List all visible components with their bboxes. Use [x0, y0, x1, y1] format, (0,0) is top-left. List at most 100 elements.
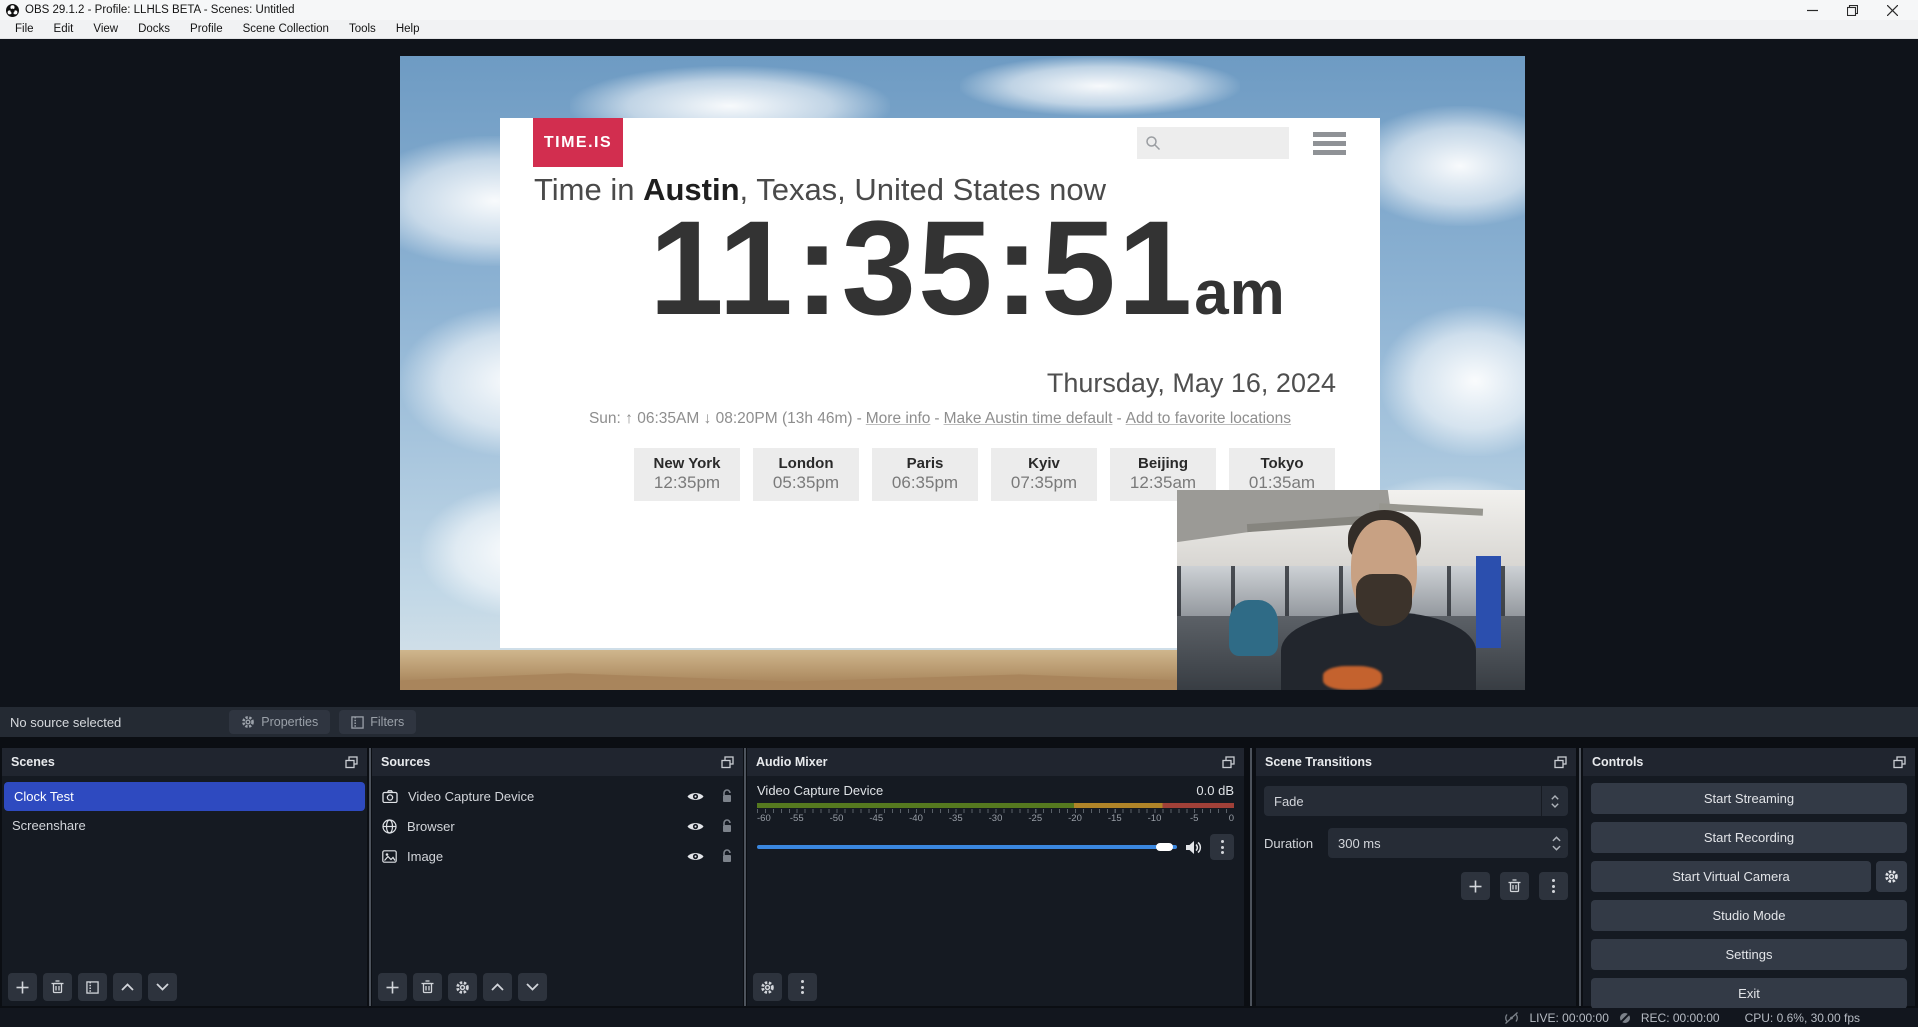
close-button[interactable]	[1872, 0, 1912, 20]
dock-splitter[interactable]	[1579, 748, 1581, 1006]
cpu-fps-stats: CPU: 0.6%, 30.00 fps	[1745, 1011, 1860, 1025]
remove-source-button[interactable]	[413, 973, 442, 1001]
remove-transition-button[interactable]	[1500, 872, 1529, 900]
webcam-banner	[1476, 556, 1500, 648]
source-properties-button[interactable]	[448, 973, 477, 1001]
remove-scene-button[interactable]	[43, 973, 72, 1001]
studio-mode-button[interactable]: Studio Mode	[1591, 900, 1907, 931]
source-item-browser[interactable]: Browser	[372, 811, 743, 841]
popout-icon[interactable]	[721, 756, 734, 769]
status-bar: LIVE: 00:00:00 REC: 00:00:00 CPU: 0.6%, …	[0, 1008, 1918, 1027]
add-transition-button[interactable]	[1461, 872, 1490, 900]
cloud	[1380, 306, 1525, 456]
transition-menu-button[interactable]	[1539, 872, 1568, 900]
source-item-video-capture[interactable]: Video Capture Device	[372, 781, 743, 811]
start-streaming-button[interactable]: Start Streaming	[1591, 783, 1907, 814]
menu-help[interactable]: Help	[386, 20, 430, 38]
controls-dock: Controls Start Streaming Start Recording…	[1583, 748, 1915, 1006]
source-item-image[interactable]: Image	[372, 841, 743, 871]
virtual-camera-config-button[interactable]	[1876, 861, 1907, 892]
close-icon	[1887, 5, 1898, 16]
start-recording-button[interactable]: Start Recording	[1591, 822, 1907, 853]
scene-move-down-button[interactable]	[148, 973, 177, 1001]
menu-profile[interactable]: Profile	[180, 20, 233, 38]
transition-select-arrows[interactable]	[1541, 786, 1568, 816]
dock-splitter[interactable]	[1250, 748, 1252, 1006]
hamburger-icon	[1313, 132, 1346, 155]
transition-select[interactable]: Fade	[1264, 786, 1568, 816]
mixer-level-db: 0.0 dB	[1196, 783, 1234, 798]
minimize-button[interactable]	[1792, 0, 1832, 20]
properties-button[interactable]: Properties	[229, 710, 330, 734]
volume-meter	[757, 803, 1234, 808]
lock-icon[interactable]	[721, 789, 733, 803]
exit-button[interactable]: Exit	[1591, 978, 1907, 1009]
trash-icon	[51, 980, 64, 994]
filters-button[interactable]: Filters	[339, 710, 416, 734]
transitions-title: Scene Transitions	[1265, 755, 1372, 769]
webcam-chair	[1229, 600, 1278, 656]
advanced-audio-button[interactable]	[753, 973, 782, 1001]
settings-button[interactable]: Settings	[1591, 939, 1907, 970]
maximize-icon	[1847, 5, 1858, 16]
meter-tick-labels: -60 -55 -50 -45 -40 -35 -30 -25 -20 -15 …	[757, 813, 1234, 825]
transitions-dock: Scene Transitions Fade Duration 300 ms	[1256, 748, 1576, 1006]
preview-canvas[interactable]: TIME.IS Time in Austin, Texas, United St…	[400, 56, 1525, 690]
scenes-title: Scenes	[11, 755, 55, 769]
speaker-icon[interactable]	[1185, 840, 1202, 855]
mixer-menu-button[interactable]	[788, 973, 817, 1001]
lock-icon[interactable]	[721, 819, 733, 833]
webcam-person-beard	[1356, 574, 1412, 626]
preview-area: TIME.IS Time in Austin, Texas, United St…	[0, 39, 1918, 707]
scene-move-up-button[interactable]	[113, 973, 142, 1001]
more-info-link: More info	[866, 410, 931, 427]
lock-icon[interactable]	[721, 849, 733, 863]
add-scene-button[interactable]	[8, 973, 37, 1001]
menu-scene-collection[interactable]: Scene Collection	[233, 20, 339, 38]
clock-meridiem: am	[1194, 259, 1286, 328]
obs-logo-icon	[6, 4, 19, 17]
source-status-text: No source selected	[10, 715, 121, 730]
audio-mixer-dock: Audio Mixer Video Capture Device 0.0 dB …	[747, 748, 1244, 1006]
menu-tools[interactable]: Tools	[339, 20, 386, 38]
scene-item-clock-test[interactable]: Clock Test	[4, 782, 365, 811]
filters-icon	[86, 981, 99, 994]
trash-icon	[1508, 879, 1521, 893]
dock-splitter[interactable]	[369, 748, 371, 1006]
menu-view[interactable]: View	[83, 20, 128, 38]
source-move-up-button[interactable]	[483, 973, 512, 1001]
menu-edit[interactable]: Edit	[44, 20, 84, 38]
kebab-icon	[1552, 879, 1555, 893]
eye-icon[interactable]	[687, 791, 704, 802]
eye-icon[interactable]	[687, 821, 704, 832]
eye-icon[interactable]	[687, 851, 704, 862]
down-icon	[1552, 845, 1561, 851]
maximize-button[interactable]	[1832, 0, 1872, 20]
timeis-date: Thursday, May 16, 2024	[1047, 368, 1336, 399]
popout-icon[interactable]	[1893, 756, 1906, 769]
timeis-clock: 11:35:51am	[500, 202, 1380, 336]
volume-slider[interactable]	[757, 845, 1177, 849]
mixer-channel-menu-button[interactable]	[1210, 834, 1234, 860]
popout-icon[interactable]	[345, 756, 358, 769]
sources-dock: Sources Video Capture Device	[372, 748, 743, 1006]
volume-slider-handle[interactable]	[1156, 843, 1173, 851]
popout-icon[interactable]	[1554, 756, 1567, 769]
scene-filters-button[interactable]	[78, 973, 107, 1001]
duration-spinbox[interactable]: 300 ms	[1328, 828, 1568, 858]
add-favorite-link: Add to favorite locations	[1126, 410, 1291, 427]
record-off-icon	[1618, 1011, 1632, 1025]
duration-spin-arrows[interactable]	[1552, 828, 1561, 858]
popout-icon[interactable]	[1222, 756, 1235, 769]
globe-icon	[382, 819, 397, 834]
dock-splitter[interactable]	[744, 748, 746, 1006]
scene-item-screenshare[interactable]: Screenshare	[2, 811, 367, 840]
menu-docks[interactable]: Docks	[128, 20, 180, 38]
down-icon	[526, 983, 539, 991]
menu-file[interactable]: File	[5, 20, 44, 38]
start-virtual-camera-button[interactable]: Start Virtual Camera	[1591, 861, 1871, 892]
source-move-down-button[interactable]	[518, 973, 547, 1001]
sources-title: Sources	[381, 755, 430, 769]
add-source-button[interactable]	[378, 973, 407, 1001]
search-icon	[1145, 135, 1161, 151]
